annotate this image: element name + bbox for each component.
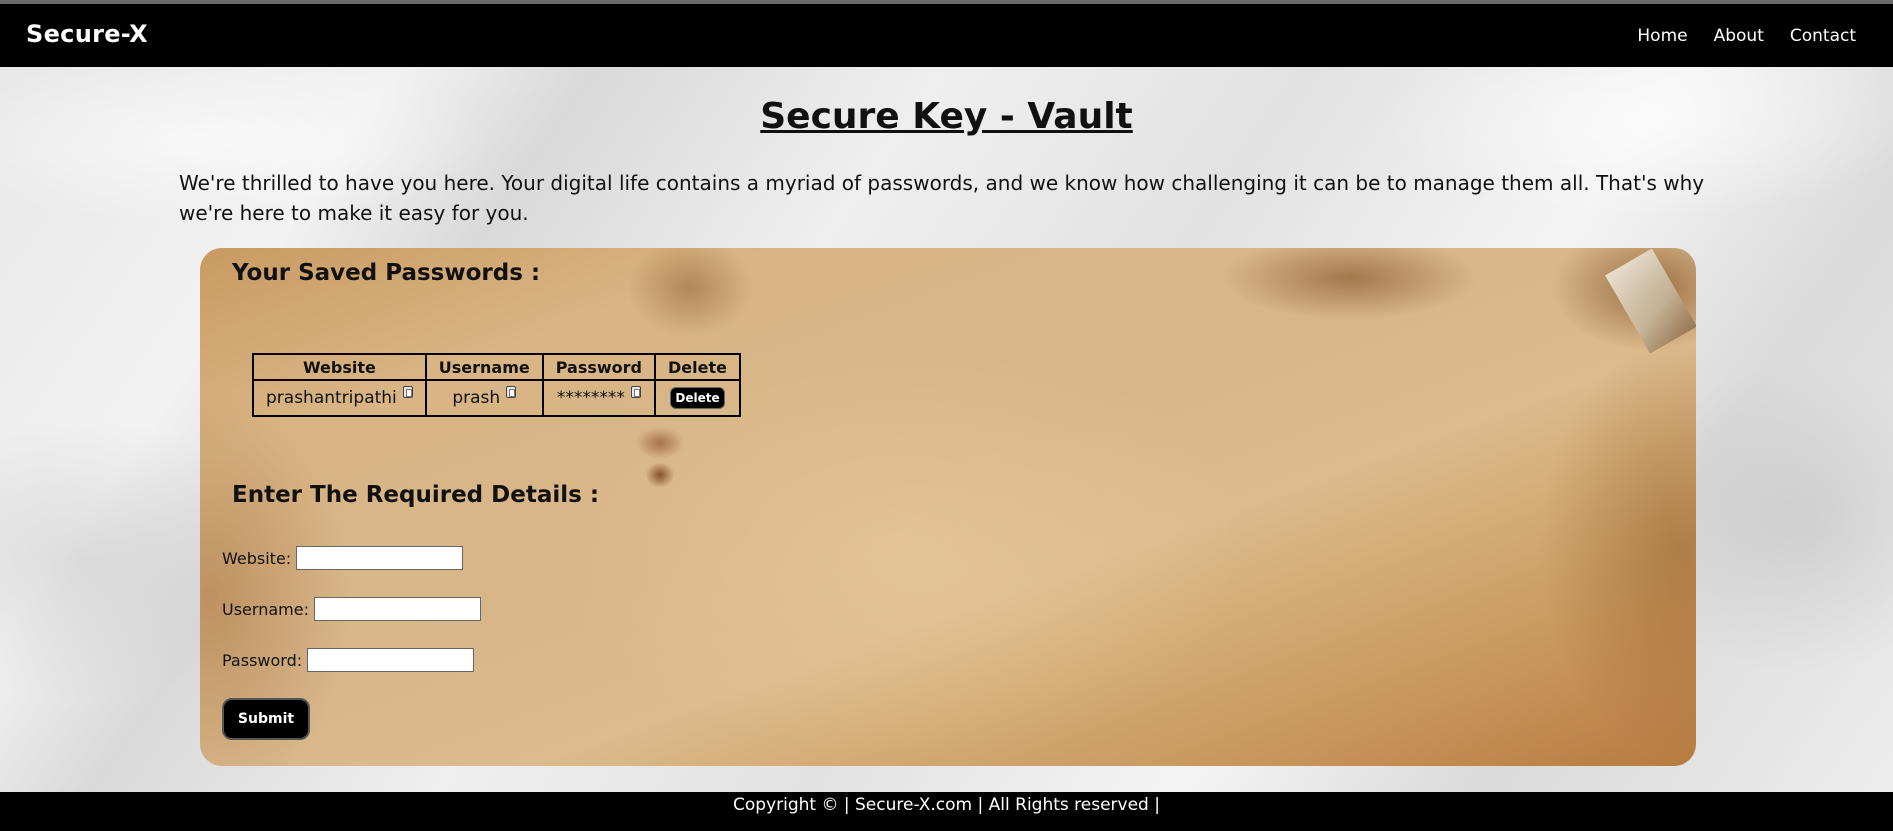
copy-icon[interactable] (630, 386, 641, 398)
cell-website: prashantripathi (252, 379, 427, 417)
password-label: Password: (222, 650, 303, 670)
passwords-table: Website Username Password Delete prashan… (252, 353, 741, 417)
username-input[interactable] (313, 597, 481, 621)
column-header-username: Username (424, 353, 544, 381)
password-input[interactable] (307, 648, 475, 672)
copy-icon[interactable] (506, 386, 517, 398)
column-header-password: Password (541, 353, 657, 381)
nav-link-home[interactable]: Home (1637, 26, 1687, 46)
nav-link-about[interactable]: About (1714, 26, 1764, 46)
website-label: Website: (222, 548, 292, 568)
website-value: prashantripathi (266, 388, 397, 408)
cell-password: ******** (541, 379, 657, 417)
username-row: Username: (222, 597, 481, 621)
nav-link-contact[interactable]: Contact (1790, 26, 1856, 46)
copy-icon[interactable] (402, 386, 413, 398)
tape-decoration (1605, 248, 1696, 354)
website-row: Website: (222, 546, 464, 570)
submit-button[interactable]: Submit (222, 698, 310, 740)
navbar: Secure-X Home About Contact (0, 4, 1893, 67)
password-value: ******** (556, 388, 625, 408)
column-header-delete: Delete (654, 353, 741, 381)
vault-panel: Your Saved Passwords : Website Username … (200, 248, 1696, 766)
password-row: Password: (222, 648, 475, 672)
intro-text: We're thrilled to have you here. Your di… (179, 171, 1705, 225)
column-header-website: Website (252, 353, 427, 381)
username-value: prash (452, 388, 501, 408)
footer: Copyright © | Secure-X.com | All Rights … (0, 792, 1893, 831)
website-input[interactable] (296, 546, 464, 570)
saved-passwords-heading: Your Saved Passwords : (232, 260, 541, 286)
cell-delete: Delete (654, 379, 741, 417)
table-row: prashantripathi prash ******** Delete (252, 379, 741, 417)
username-label: Username: (222, 599, 309, 619)
cell-username: prash (424, 379, 544, 417)
enter-details-heading: Enter The Required Details : (232, 482, 600, 508)
delete-button[interactable]: Delete (670, 387, 725, 409)
footer-copyright: Copyright © | Secure-X.com | All Rights … (733, 795, 1160, 815)
brand-logo[interactable]: Secure-X (26, 20, 148, 48)
nav-links: Home About Contact (1637, 26, 1856, 46)
table-header-row: Website Username Password Delete (252, 353, 741, 381)
page-title: Secure Key - Vault (760, 96, 1133, 137)
